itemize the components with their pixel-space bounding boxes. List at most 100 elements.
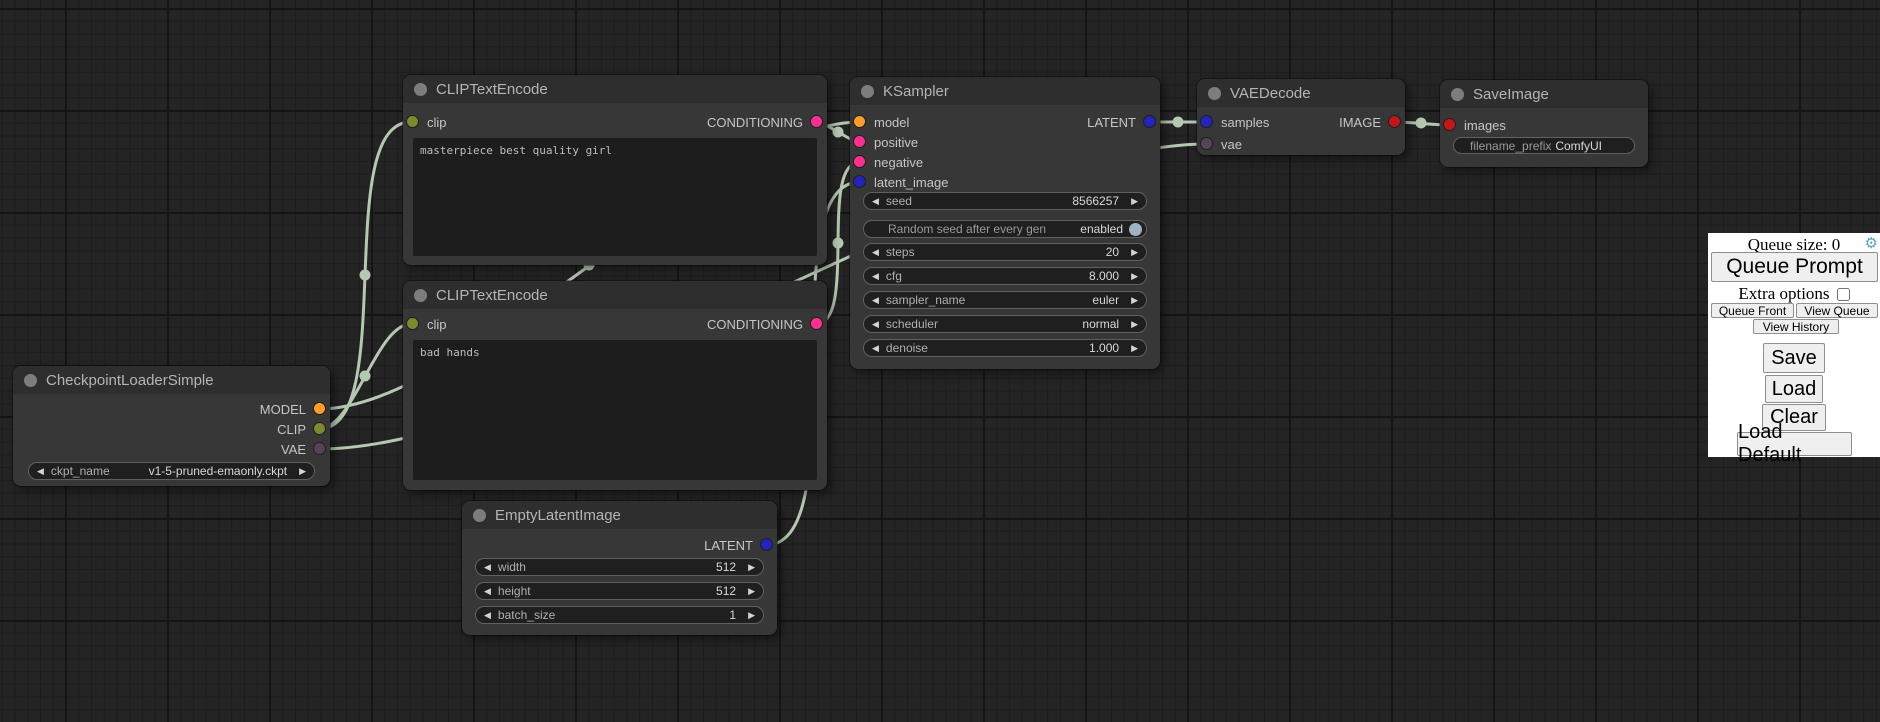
increment-icon[interactable]: ▶ [1131, 343, 1138, 354]
prompt-textarea[interactable]: bad hands [413, 340, 817, 480]
collapse-dot-icon[interactable] [1208, 87, 1221, 100]
port-dot-model-input[interactable] [854, 116, 865, 127]
node-title-bar[interactable]: SaveImage [1440, 80, 1648, 108]
widget-value: 512 [716, 584, 736, 598]
increment-icon[interactable]: ▶ [1131, 271, 1138, 282]
widget-filename-prefix[interactable]: filename_prefix ComfyUI [1453, 137, 1635, 154]
port-dot-images[interactable] [1444, 119, 1455, 130]
decrement-icon[interactable]: ◀ [872, 295, 879, 306]
settings-gear-icon[interactable]: ⚙ [1865, 234, 1878, 252]
wire-clip-to-clip1 [319, 122, 411, 429]
widget-label: cfg [886, 269, 902, 283]
decrement-icon[interactable]: ◀ [872, 196, 879, 207]
toggle-circle-icon[interactable] [1129, 223, 1142, 236]
widget-batch-size[interactable]: ◀ batch_size 1 ▶ [475, 606, 764, 624]
node-title: KSampler [883, 83, 949, 100]
extra-options-checkbox[interactable] [1837, 288, 1850, 301]
port-dot-clip-input[interactable] [407, 116, 418, 127]
widget-ckpt-name[interactable]: ◀ ckpt_name v1-5-pruned-emaonly.ckpt ▶ [28, 462, 315, 480]
port-dot-latent-output[interactable] [761, 539, 772, 550]
collapse-dot-icon[interactable] [24, 374, 37, 387]
widget-seed[interactable]: ◀ seed 8566257 ▶ [863, 192, 1147, 210]
collapse-dot-icon[interactable] [1451, 88, 1464, 101]
node-title-bar[interactable]: VAEDecode [1197, 79, 1405, 107]
node-graph-canvas[interactable]: CheckpointLoaderSimple MODEL CLIP VAE ◀ … [0, 0, 1880, 722]
port-dot-latent-image[interactable] [854, 176, 865, 187]
node-checkpointloadersimple[interactable]: CheckpointLoaderSimple MODEL CLIP VAE ◀ … [13, 366, 330, 486]
widget-value: 20 [1106, 245, 1119, 259]
link-midpoint-dot[interactable] [1173, 117, 1184, 128]
port-label: latent_image [874, 175, 948, 190]
decrement-icon[interactable]: ◀ [872, 247, 879, 258]
decrement-icon[interactable]: ◀ [484, 562, 491, 573]
port-dot-vae[interactable] [314, 443, 325, 454]
output-row-model: MODEL [13, 399, 330, 419]
port-dot-model[interactable] [314, 403, 325, 414]
decrement-icon[interactable]: ◀ [37, 466, 44, 477]
increment-icon[interactable]: ▶ [1131, 319, 1138, 330]
collapse-dot-icon[interactable] [861, 85, 874, 98]
view-queue-button[interactable]: View Queue [1796, 303, 1878, 318]
widget-random-seed-toggle[interactable]: Random seed after every gen enabled [863, 220, 1147, 238]
widget-height[interactable]: ◀ height 512 ▶ [475, 582, 764, 600]
node-title-bar[interactable]: CheckpointLoaderSimple [13, 366, 330, 394]
node-vaedecode[interactable]: VAEDecode samples IMAGE vae [1197, 79, 1405, 155]
node-saveimage[interactable]: SaveImage images filename_prefix ComfyUI [1440, 80, 1648, 167]
widget-cfg[interactable]: ◀ cfg 8.000 ▶ [863, 267, 1147, 285]
increment-icon[interactable]: ▶ [748, 562, 755, 573]
collapse-dot-icon[interactable] [473, 509, 486, 522]
node-cliptextencode-positive[interactable]: CLIPTextEncode clip CONDITIONING masterp… [403, 75, 827, 265]
node-cliptextencode-negative[interactable]: CLIPTextEncode clip CONDITIONING bad han… [403, 281, 827, 490]
port-dot-vae-input[interactable] [1201, 138, 1212, 149]
widget-value: 1 [729, 608, 736, 622]
decrement-icon[interactable]: ◀ [872, 319, 879, 330]
link-midpoint-dot[interactable] [833, 127, 844, 138]
increment-icon[interactable]: ▶ [1131, 295, 1138, 306]
node-title-bar[interactable]: KSampler [850, 77, 1160, 105]
node-title-bar[interactable]: CLIPTextEncode [403, 75, 827, 103]
node-title: CheckpointLoaderSimple [46, 372, 214, 389]
view-history-button[interactable]: View History [1753, 319, 1839, 334]
decrement-icon[interactable]: ◀ [484, 610, 491, 621]
link-midpoint-dot[interactable] [1416, 118, 1427, 129]
collapse-dot-icon[interactable] [414, 83, 427, 96]
port-dot-conditioning[interactable] [811, 116, 822, 127]
increment-icon[interactable]: ▶ [1131, 196, 1138, 207]
node-ksampler[interactable]: KSampler model LATENT positive negative … [850, 77, 1160, 369]
collapse-dot-icon[interactable] [414, 289, 427, 302]
link-midpoint-dot[interactable] [360, 270, 371, 281]
decrement-icon[interactable]: ◀ [872, 343, 879, 354]
load-button[interactable]: Load [1765, 375, 1823, 403]
widget-width[interactable]: ◀ width 512 ▶ [475, 558, 764, 576]
increment-icon[interactable]: ▶ [299, 466, 306, 477]
load-default-button[interactable]: Load Default [1737, 432, 1852, 456]
prompt-textarea[interactable]: masterpiece best quality girl [413, 138, 817, 256]
port-dot-positive[interactable] [854, 136, 865, 147]
port-dot-negative[interactable] [854, 156, 865, 167]
port-label: CONDITIONING [707, 115, 803, 130]
port-dot-clip[interactable] [314, 423, 325, 434]
widget-label: denoise [886, 341, 928, 355]
link-midpoint-dot[interactable] [833, 238, 844, 249]
increment-icon[interactable]: ▶ [748, 610, 755, 621]
link-midpoint-dot[interactable] [360, 371, 371, 382]
widget-sampler-name[interactable]: ◀ sampler_name euler ▶ [863, 291, 1147, 309]
increment-icon[interactable]: ▶ [748, 586, 755, 597]
widget-denoise[interactable]: ◀ denoise 1.000 ▶ [863, 339, 1147, 357]
port-dot-image-output[interactable] [1389, 116, 1400, 127]
queue-front-button[interactable]: Queue Front [1711, 303, 1794, 318]
port-dot-samples[interactable] [1201, 116, 1212, 127]
port-dot-conditioning[interactable] [811, 318, 822, 329]
port-dot-clip-input[interactable] [407, 318, 418, 329]
node-title-bar[interactable]: EmptyLatentImage [462, 501, 777, 529]
queue-prompt-button[interactable]: Queue Prompt [1711, 252, 1878, 282]
save-button[interactable]: Save [1763, 343, 1825, 373]
increment-icon[interactable]: ▶ [1131, 247, 1138, 258]
port-dot-latent-output[interactable] [1144, 116, 1155, 127]
widget-steps[interactable]: ◀ steps 20 ▶ [863, 243, 1147, 261]
node-title-bar[interactable]: CLIPTextEncode [403, 281, 827, 309]
decrement-icon[interactable]: ◀ [484, 586, 491, 597]
node-emptylatentimage[interactable]: EmptyLatentImage LATENT ◀ width 512 ▶ ◀ … [462, 501, 777, 635]
widget-scheduler[interactable]: ◀ scheduler normal ▶ [863, 315, 1147, 333]
decrement-icon[interactable]: ◀ [872, 271, 879, 282]
